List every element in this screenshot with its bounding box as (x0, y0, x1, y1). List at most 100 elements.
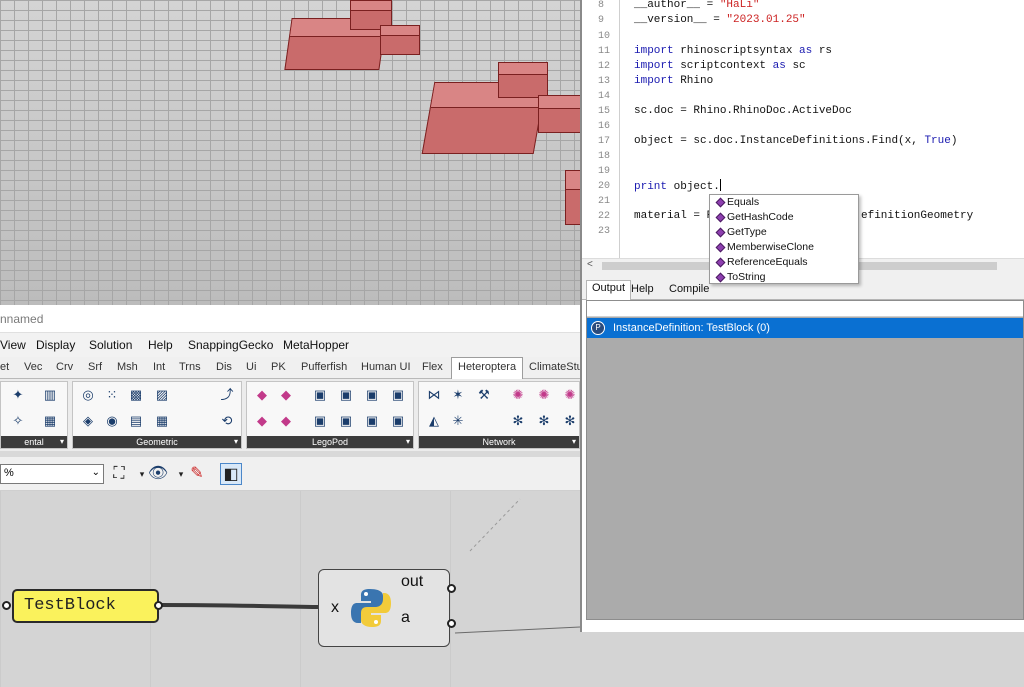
chevron-left-icon[interactable]: < (587, 259, 593, 270)
tab-et[interactable]: et (0, 361, 9, 373)
lego-block-icon[interactable]: ▣ (337, 386, 355, 404)
shape-icon[interactable]: ◈ (79, 412, 97, 430)
lego-block-icon[interactable]: ▣ (337, 412, 355, 430)
menu-snappinggecko[interactable]: SnappingGecko (188, 338, 273, 352)
tab-ui[interactable]: Ui (246, 361, 256, 373)
tab-trns[interactable]: Trns (179, 361, 201, 373)
tab-msh[interactable]: Msh (117, 361, 138, 373)
autocomplete-item[interactable]: GetType (710, 225, 767, 240)
autocomplete-item[interactable]: ReferenceEquals (710, 255, 808, 270)
tab-int[interactable]: Int (153, 361, 165, 373)
autocomplete-item[interactable]: Equals (710, 195, 759, 210)
network-node-icon[interactable]: ✧ (9, 412, 27, 430)
lego-block-icon[interactable]: ◆ (277, 386, 295, 404)
brush-icon[interactable]: ✎ (186, 463, 208, 485)
eye-icon[interactable]: 👁 (147, 463, 169, 485)
panel-text: TestBlock (24, 596, 116, 615)
tab-heteroptera[interactable]: Heteroptera (451, 357, 524, 379)
output-row[interactable]: P InstanceDefinition: TestBlock (0) (587, 318, 1023, 338)
zoom-dropdown[interactable]: % ⌄ (0, 464, 104, 484)
autocomplete-item[interactable]: MemberwiseClone (710, 240, 814, 255)
panel-input-grip[interactable] (2, 601, 11, 610)
circle-target-icon[interactable]: ◎ (79, 386, 97, 404)
tab-climatestudio[interactable]: ClimateStu (529, 361, 583, 373)
output-list: P InstanceDefinition: TestBlock (0) (586, 300, 1024, 620)
code-line: 9 __version__ = "2023.01.25" (598, 14, 806, 26)
lego-block-icon[interactable]: ▣ (389, 386, 407, 404)
python-icon: P (591, 321, 605, 335)
text-panel[interactable]: TestBlock (12, 589, 159, 623)
network-icon[interactable]: ⚒ (475, 386, 493, 404)
method-icon (715, 212, 726, 223)
python-component[interactable]: x out a (318, 569, 450, 647)
ribbon-panel-title: Geometric ▾ (73, 436, 241, 448)
mesh-icon[interactable]: ▩ (127, 386, 145, 404)
panel-output-grip[interactable] (154, 601, 163, 610)
curve-icon[interactable]: ⤴ (218, 386, 236, 404)
bar-chart-icon[interactable]: ▥ (41, 386, 59, 404)
lego-block-icon[interactable]: ▣ (311, 412, 329, 430)
menu-bar: View Display Solution Help SnappingGecko… (0, 333, 580, 357)
menu-metahopper[interactable]: MetaHopper (283, 338, 349, 352)
autocomplete-item[interactable]: ToString (710, 270, 766, 285)
lego-block-icon[interactable]: ◆ (253, 412, 271, 430)
tab-flex[interactable]: Flex (422, 361, 443, 373)
network-icon[interactable]: ✳ (449, 412, 467, 430)
output-a-grip[interactable] (447, 619, 456, 628)
tab-human-ui[interactable]: Human UI (361, 361, 411, 373)
grid-icon[interactable]: ▦ (153, 412, 171, 430)
grasshopper-canvas[interactable]: TestBlock x out a (0, 491, 580, 687)
grasshopper-titlebar: nnamed (0, 305, 580, 333)
tab-compile[interactable]: Compile (664, 282, 714, 296)
lego-block-icon[interactable]: ▣ (311, 386, 329, 404)
lego-block-icon[interactable]: ◆ (253, 386, 271, 404)
network-icon[interactable]: ✻ (509, 412, 527, 430)
block-box (538, 95, 580, 133)
tab-crv[interactable]: Crv (56, 361, 73, 373)
ribbon-panel-ental: ✦ ✧ ▥ ▦ ental ▾ (0, 381, 68, 449)
menu-view[interactable]: View (0, 338, 26, 352)
dots-grid-icon[interactable]: ⁙ (103, 386, 121, 404)
autocomplete-item[interactable]: GetHashCode (710, 210, 794, 225)
network-icon[interactable]: ✺ (561, 386, 579, 404)
code-line: 10 (598, 31, 611, 42)
rhino-viewport[interactable] (0, 0, 580, 305)
network-icon[interactable]: ✻ (561, 412, 579, 430)
menu-display[interactable]: Display (36, 338, 75, 352)
network-icon[interactable]: ✺ (509, 386, 527, 404)
guide-line (469, 498, 521, 552)
tab-vec[interactable]: Vec (24, 361, 42, 373)
network-icon[interactable]: ✻ (535, 412, 553, 430)
network-icon[interactable]: ✶ (449, 386, 467, 404)
tab-help[interactable]: Help (626, 282, 659, 296)
canvas-toolbar: % ⌄ ⛶ ▾ 👁 ▾ ✎ ◧ (0, 457, 580, 491)
background-canvas (580, 632, 1024, 687)
menu-help[interactable]: Help (148, 338, 173, 352)
network-icon[interactable]: ✺ (535, 386, 553, 404)
tab-dis[interactable]: Dis (216, 361, 232, 373)
tab-pk[interactable]: PK (271, 361, 286, 373)
python-logo-icon (351, 589, 391, 627)
tab-srf[interactable]: Srf (88, 361, 102, 373)
output-row-text: InstanceDefinition: TestBlock (0) (613, 322, 770, 334)
lego-block-icon[interactable]: ◆ (277, 412, 295, 430)
menu-solution[interactable]: Solution (89, 338, 132, 352)
zoom-value: % (4, 467, 14, 479)
bars-icon[interactable]: ▤ (127, 412, 145, 430)
output-out-grip[interactable] (447, 584, 456, 593)
lego-block-icon[interactable]: ▣ (363, 412, 381, 430)
tab-output[interactable]: Output (586, 280, 632, 300)
lego-block-icon[interactable]: ▣ (363, 386, 381, 404)
lego-block-icon[interactable]: ▣ (389, 412, 407, 430)
sketch-toggle-icon[interactable]: ◧ (220, 463, 242, 485)
zoom-extents-icon[interactable]: ⛶ (108, 463, 130, 485)
network-icon[interactable]: ⋈ (425, 386, 443, 404)
grid-icon[interactable]: ▦ (41, 412, 59, 430)
tab-pufferfish[interactable]: Pufferfish (301, 361, 347, 373)
method-icon (715, 197, 726, 208)
mesh-icon[interactable]: ▨ (153, 386, 171, 404)
network-node-icon[interactable]: ✦ (9, 386, 27, 404)
eye-icon[interactable]: ◉ (103, 412, 121, 430)
curve-icon[interactable]: ⟲ (218, 412, 236, 430)
network-icon[interactable]: ◭ (425, 412, 443, 430)
